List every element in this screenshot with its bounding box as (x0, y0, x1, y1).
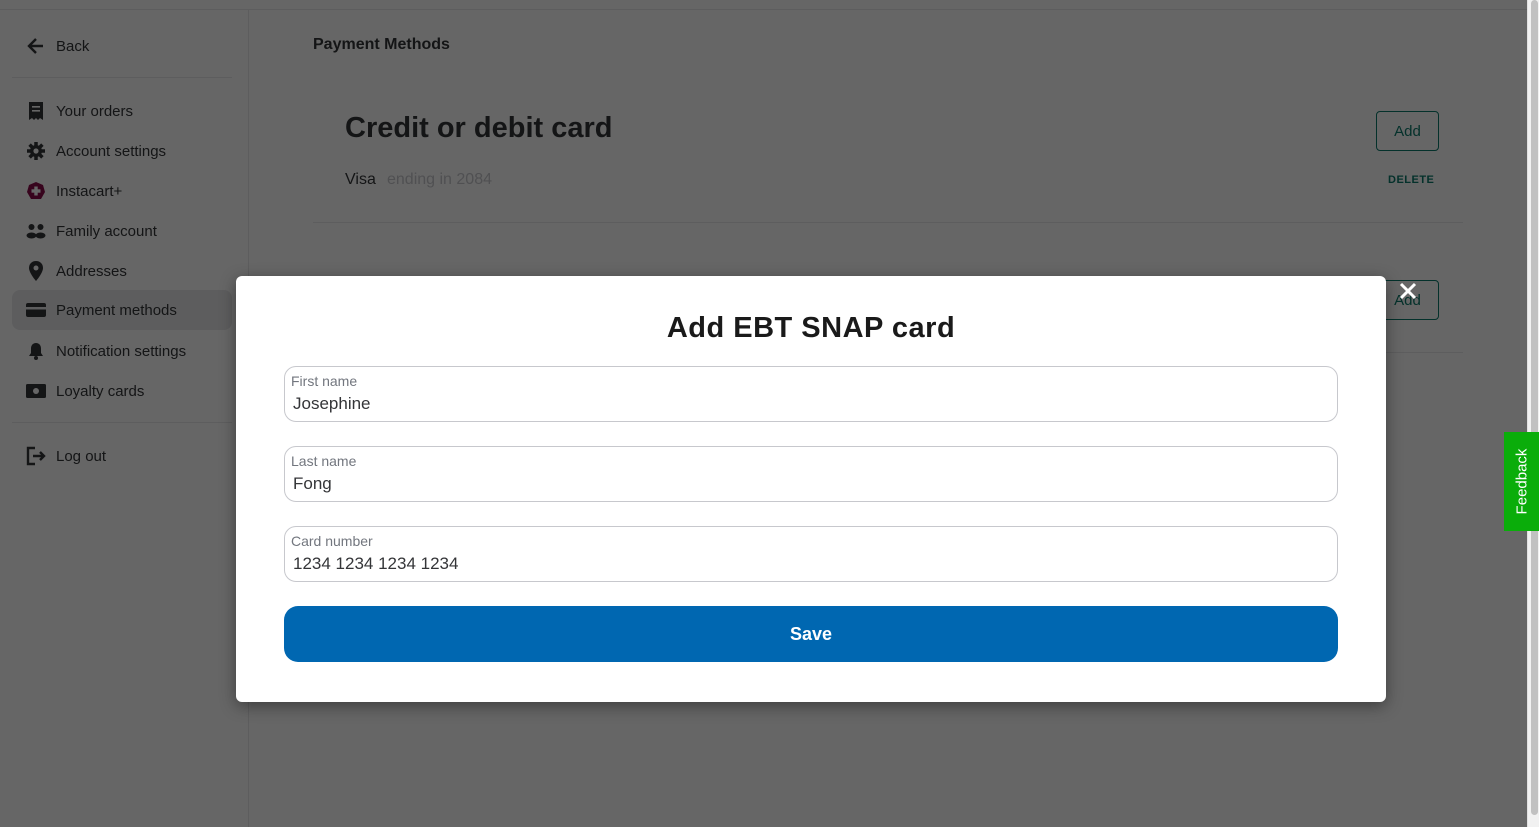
last-name-field[interactable]: Last name (284, 446, 1338, 502)
last-name-label: Last name (291, 453, 357, 469)
scrollbar[interactable] (1527, 0, 1539, 827)
close-button[interactable] (1396, 281, 1420, 305)
first-name-label: First name (291, 373, 358, 389)
last-name-input[interactable] (293, 474, 1323, 494)
add-ebt-modal: Add EBT SNAP card First name Last name C… (236, 276, 1417, 702)
card-number-label: Card number (291, 533, 373, 549)
scrollbar-thumb[interactable] (1531, 0, 1538, 815)
modal-title: Add EBT SNAP card (666, 312, 956, 344)
feedback-label: Feedback (1513, 448, 1530, 515)
feedback-tab[interactable]: Feedback (1504, 432, 1539, 531)
first-name-field[interactable]: First name (284, 366, 1338, 422)
close-icon (1399, 282, 1417, 305)
card-number-field[interactable]: Card number (284, 526, 1338, 582)
first-name-input[interactable] (293, 394, 1323, 414)
save-button[interactable]: Save (284, 606, 1338, 662)
card-number-input[interactable] (293, 554, 1323, 574)
